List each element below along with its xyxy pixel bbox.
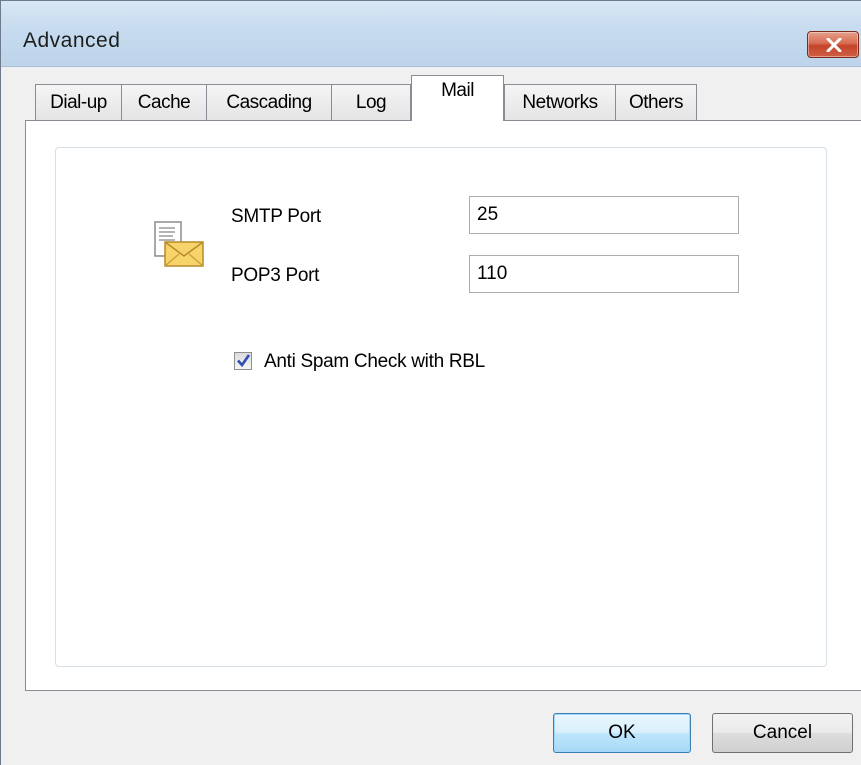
pop3-port-field[interactable]: 110 (469, 255, 739, 293)
tab-cache[interactable]: Cache (121, 84, 207, 120)
window-title: Advanced (23, 29, 121, 52)
pop3-port-label: POP3 Port (231, 265, 320, 286)
checkmark-icon (237, 354, 251, 368)
smtp-port-label: SMTP Port (231, 206, 321, 227)
title-bar[interactable]: Advanced (1, 1, 861, 67)
close-icon (826, 38, 842, 52)
tab-others[interactable]: Others (615, 84, 697, 120)
tab-cascading[interactable]: Cascading (206, 84, 332, 120)
antispam-checkbox[interactable] (234, 352, 252, 370)
tab-networks[interactable]: Networks (504, 84, 616, 120)
tab-dial-up[interactable]: Dial-up (35, 84, 122, 120)
cancel-button[interactable]: Cancel (712, 713, 853, 753)
smtp-port-field[interactable]: 25 (469, 196, 739, 234)
tab-log[interactable]: Log (331, 84, 411, 120)
antispam-label[interactable]: Anti Spam Check with RBL (264, 351, 485, 373)
mail-tab-panel: SMTP Port 25 POP3 Port 110 Anti Spam Che… (25, 120, 861, 691)
ok-button[interactable]: OK (553, 713, 691, 753)
mail-envelope-icon (154, 221, 204, 267)
mail-settings-group: SMTP Port 25 POP3 Port 110 Anti Spam Che… (55, 147, 827, 667)
tab-mail[interactable]: Mail (411, 75, 504, 121)
advanced-dialog: Advanced Dial-up Cache Cascading Log Mai… (0, 0, 861, 765)
close-button[interactable] (807, 31, 859, 58)
